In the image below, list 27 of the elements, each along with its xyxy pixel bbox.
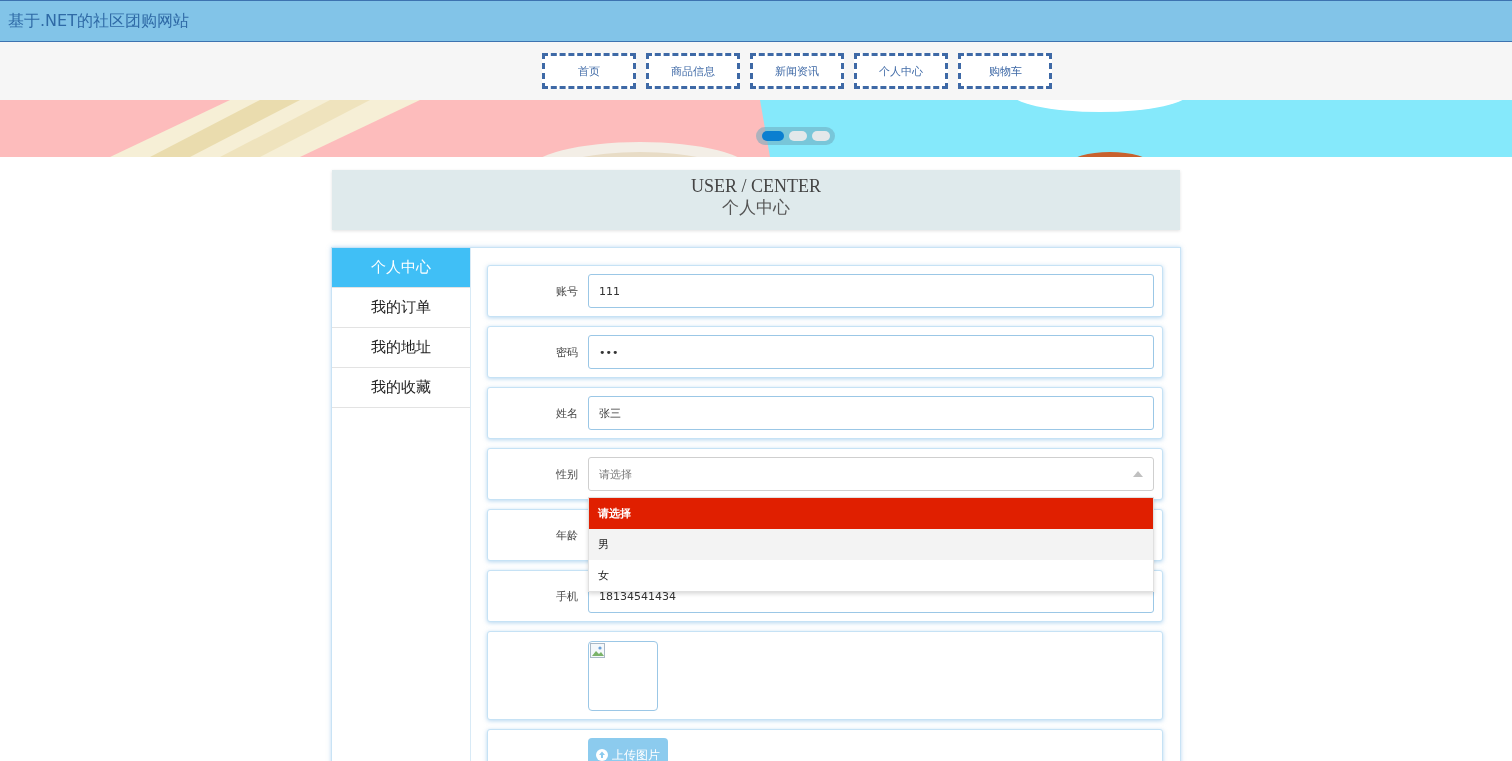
sidebar-item[interactable]: 我的地址	[332, 328, 470, 368]
dropdown-option[interactable]: 女	[589, 560, 1153, 591]
upload-icon	[596, 749, 608, 761]
heading-subtitle: 个人中心	[721, 197, 791, 219]
field-label: 性别	[556, 466, 578, 482]
nav-link[interactable]: 首页	[542, 53, 636, 89]
input-field[interactable]: 张三	[588, 396, 1154, 430]
sidebar-item[interactable]: 我的收藏	[332, 368, 470, 408]
field-label: 账号	[556, 283, 578, 299]
sidebar-item[interactable]: 我的订单	[332, 288, 470, 328]
nav-link[interactable]: 购物车	[958, 53, 1052, 89]
field-label: 年龄	[556, 527, 578, 543]
dropdown-option[interactable]: 请选择	[589, 498, 1153, 529]
heading-title: USER / CENTER	[690, 176, 822, 196]
dropdown-option[interactable]: 男	[589, 529, 1153, 560]
caret-icon	[1133, 471, 1143, 477]
broken-image-icon	[590, 642, 606, 659]
field-label: 姓名	[556, 405, 578, 421]
field-label: 手机	[556, 588, 578, 604]
nav-link[interactable]: 个人中心	[854, 53, 948, 89]
nav-link[interactable]: 新闻资讯	[750, 53, 844, 89]
input-field[interactable]: 111	[588, 274, 1154, 308]
input-field[interactable]: •••	[588, 335, 1154, 369]
select-field[interactable]: 请选择	[588, 457, 1154, 491]
site-title: 基于.NET的社区团购网站	[8, 10, 189, 32]
nav-link[interactable]: 商品信息	[646, 53, 740, 89]
field-label: 密码	[556, 344, 578, 360]
